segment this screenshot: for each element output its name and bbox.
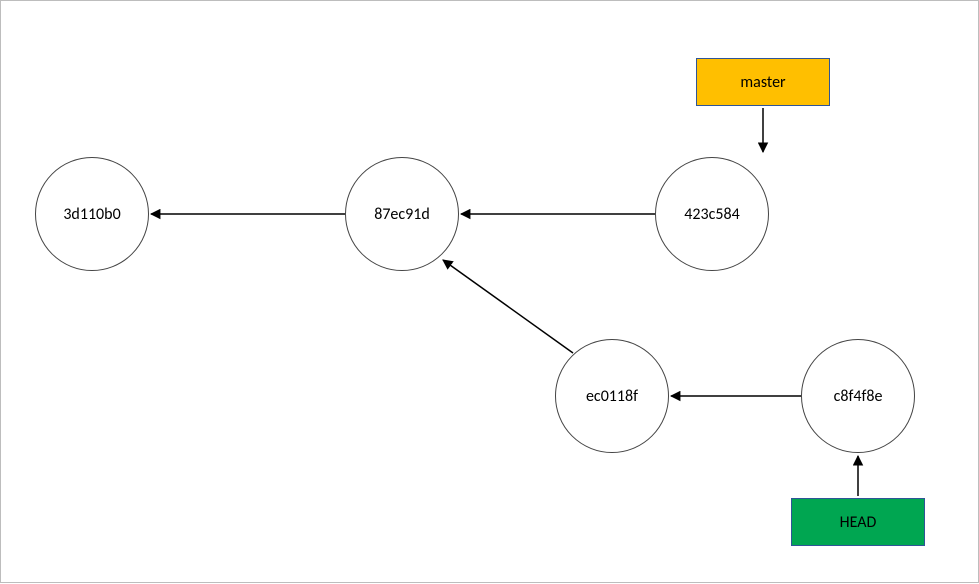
- arrows-layer: [1, 1, 979, 584]
- commit-node-5: c8f4f8e: [801, 339, 915, 453]
- commit-hash: 423c584: [684, 205, 739, 224]
- diagram-canvas: 3d110b0 87ec91d 423c584 ec0118f c8f4f8e …: [0, 0, 979, 583]
- commit-hash: ec0118f: [586, 387, 638, 406]
- ref-master: master: [696, 58, 830, 106]
- ref-label: HEAD: [840, 513, 877, 532]
- commit-node-2: 87ec91d: [345, 157, 459, 271]
- arrow-c4-c2: [443, 260, 573, 353]
- commit-hash: 3d110b0: [63, 205, 120, 224]
- commit-node-3: 423c584: [655, 157, 769, 271]
- commit-node-1: 3d110b0: [35, 157, 149, 271]
- ref-head: HEAD: [791, 498, 925, 546]
- commit-hash: c8f4f8e: [834, 387, 883, 406]
- commit-node-4: ec0118f: [555, 339, 669, 453]
- commit-hash: 87ec91d: [374, 205, 430, 224]
- ref-label: master: [740, 73, 785, 92]
